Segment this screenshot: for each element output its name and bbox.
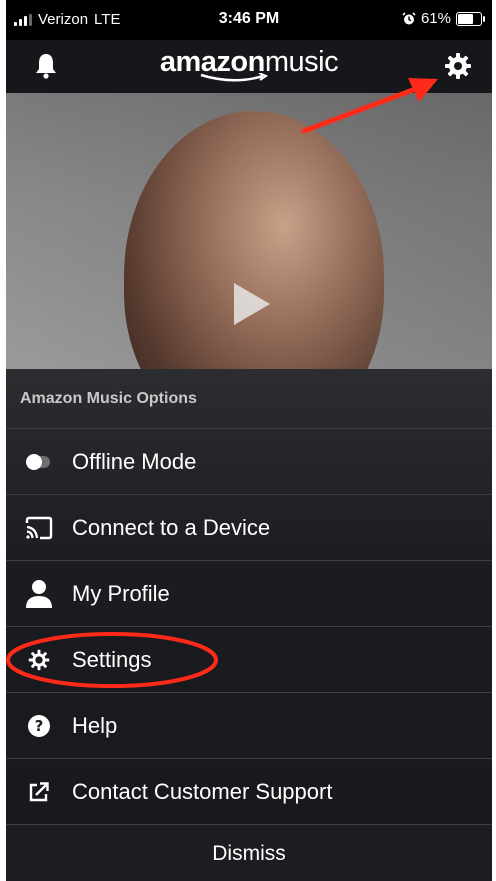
hero-artwork[interactable] [6,93,492,369]
dismiss-button[interactable]: Dismiss [6,824,492,881]
battery-icon [456,11,485,26]
option-offline-mode[interactable]: Offline Mode [6,428,492,495]
option-label: Connect to a Device [72,515,271,540]
app-header: amazonmusic [6,40,492,93]
alarm-icon [402,11,416,24]
toggle-icon[interactable] [26,454,50,470]
status-right: 61% [402,10,485,27]
amazon-music-logo: amazonmusic [6,46,492,83]
option-label: Help [72,713,118,738]
app-frame: Verizon LTE 3:46 PM 61% amazonmusic Amaz… [6,0,492,881]
play-icon[interactable] [234,283,270,325]
cast-icon [25,516,53,540]
svg-text:?: ? [35,717,44,735]
option-label: My Profile [72,581,170,606]
help-icon: ? [28,715,50,737]
status-bar: Verizon LTE 3:46 PM 61% [6,0,492,40]
settings-gear-icon[interactable] [443,51,473,81]
sheet-title: Amazon Music Options [20,390,197,407]
option-settings[interactable]: Settings [6,626,492,693]
person-icon [26,580,52,608]
option-connect-device[interactable]: Connect to a Device [6,494,492,561]
option-help[interactable]: ? Help [6,692,492,759]
option-my-profile[interactable]: My Profile [6,560,492,627]
option-label: Offline Mode [72,449,197,474]
option-label: Settings [72,647,152,672]
options-sheet: Amazon Music Options Offline Mode Connec… [6,369,492,881]
battery-percent: 61% [420,10,451,27]
logo-light: music [264,46,339,78]
external-link-icon [29,782,49,802]
option-label: Contact Customer Support [72,779,333,804]
gear-icon [28,649,50,671]
option-contact-support[interactable]: Contact Customer Support [6,758,492,825]
logo-smile-icon [200,73,269,82]
